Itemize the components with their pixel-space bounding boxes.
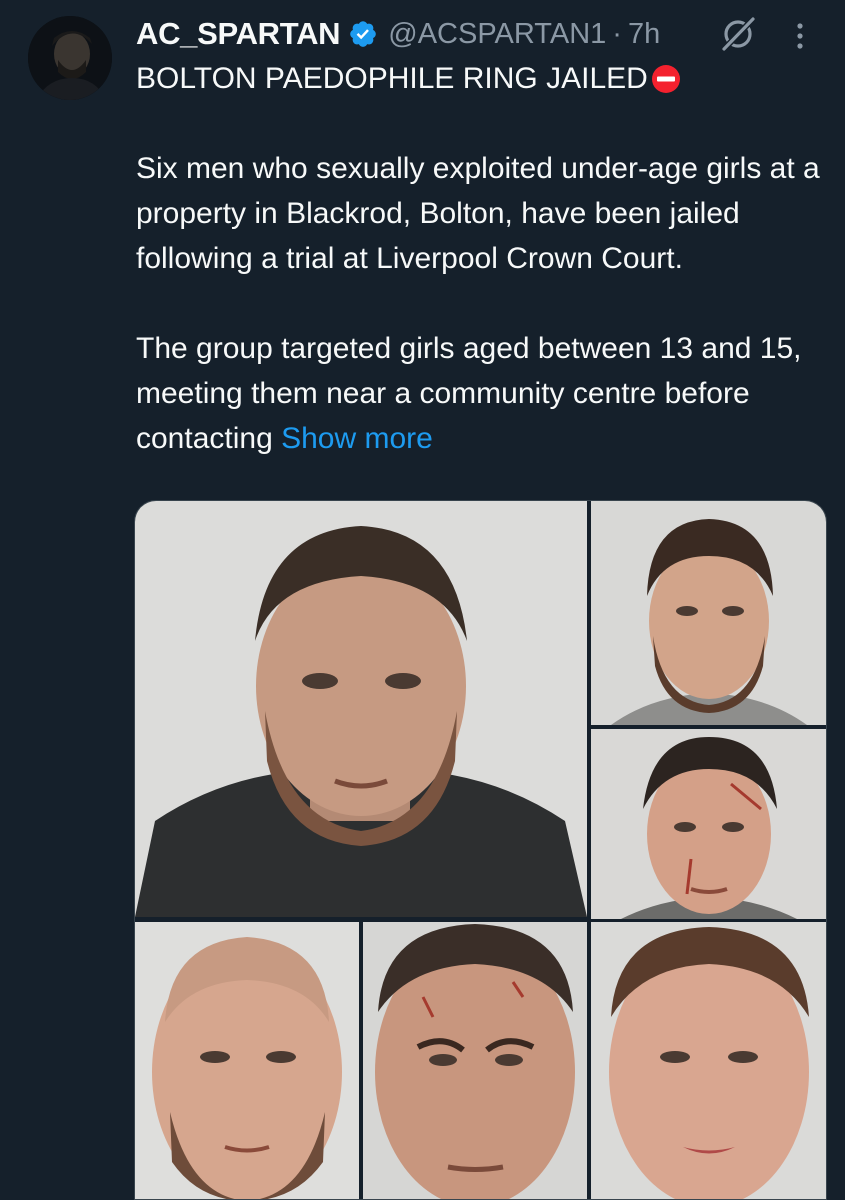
tweet-title-line: BOLTON PAEDOPHILE RING JAILED — [136, 56, 836, 101]
media-photo-1[interactable] — [135, 501, 587, 917]
author-handle[interactable]: @ACSPARTAN1 — [388, 18, 606, 51]
tweet-text: BOLTON PAEDOPHILE RING JAILED Six men wh… — [136, 56, 836, 461]
author-avatar[interactable] — [28, 16, 112, 100]
author-display-name[interactable]: AC_SPARTAN — [136, 16, 341, 52]
media-photo-3[interactable] — [591, 729, 826, 919]
media-photo-6[interactable] — [591, 922, 826, 1199]
tweet-paragraph-2: The group targeted girls aged between 13… — [136, 326, 836, 461]
verified-badge-icon[interactable] — [348, 19, 378, 49]
media-photo-4[interactable] — [135, 922, 359, 1199]
tweet-paragraph-1: Six men who sexually exploited under-age… — [136, 152, 820, 275]
media-photo-2[interactable] — [591, 501, 826, 725]
show-more-link[interactable]: Show more — [281, 422, 433, 455]
tweet-timestamp[interactable]: 7h — [628, 18, 660, 51]
stop-sign-icon — [650, 63, 682, 95]
tweet-title: BOLTON PAEDOPHILE RING JAILED — [136, 62, 648, 95]
more-options-icon[interactable] — [788, 18, 812, 54]
grok-icon[interactable] — [718, 14, 758, 54]
avatar-image — [28, 16, 112, 100]
media-photo-5[interactable] — [363, 922, 587, 1199]
tweet-paragraph-2-text: The group targeted girls aged between 13… — [136, 332, 802, 455]
tweet-media-grid[interactable] — [134, 500, 827, 1200]
separator-dot: · — [612, 17, 622, 50]
